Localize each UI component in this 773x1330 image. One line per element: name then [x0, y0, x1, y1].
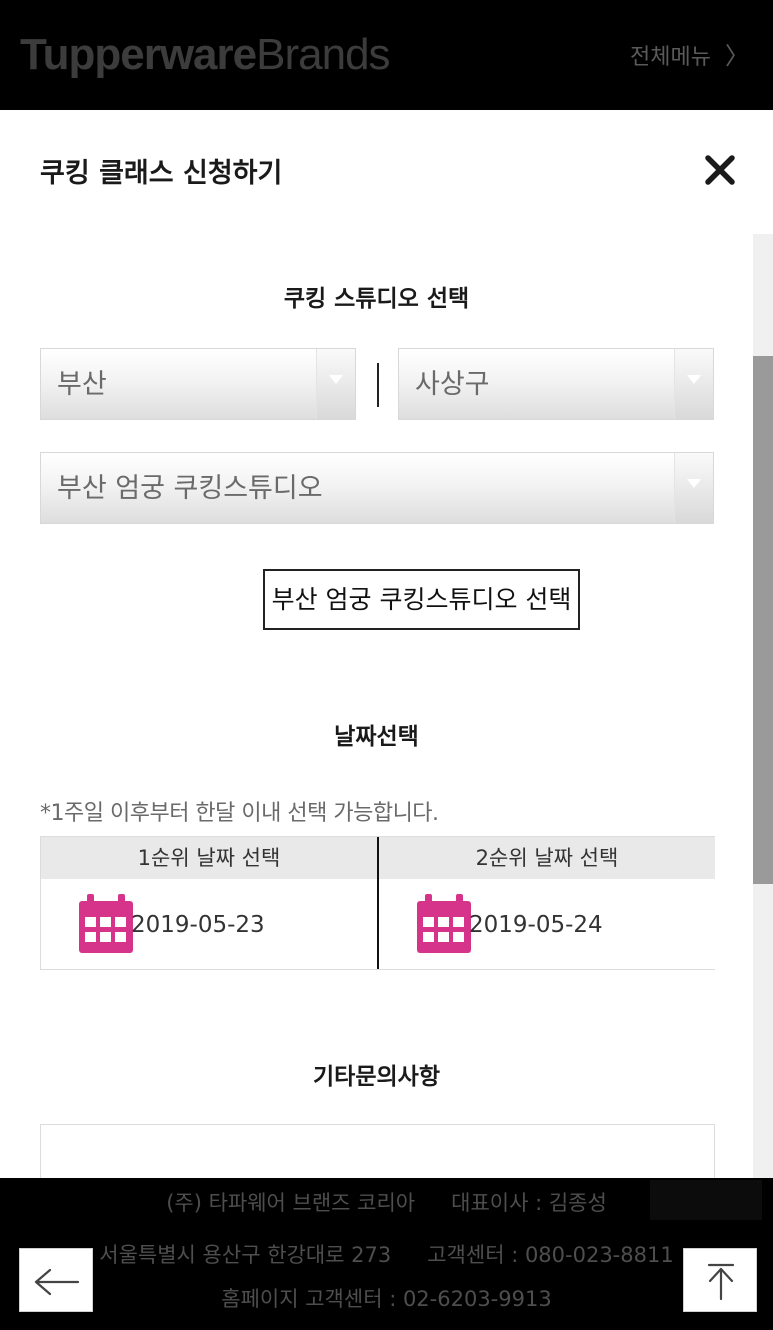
select-divider: [377, 363, 379, 407]
dropdown-arrow-icon: [674, 349, 713, 419]
cooking-class-modal: 쿠킹 클래스 신청하기 쿠킹 스튜디오 선택 부산 사상구 부산 엄궁 쿠킹스튜…: [0, 110, 773, 1178]
studio-select-value: 부산 엄궁 쿠킹스튜디오: [57, 473, 323, 504]
studio-select[interactable]: 부산 엄궁 쿠킹스튜디오: [40, 452, 714, 524]
date-selection-table: 1순위 날짜 선택 2019-05-23 2순위 날짜 선택 2019-05-2…: [40, 836, 715, 970]
modal-title: 쿠킹 클래스 신청하기: [40, 158, 283, 189]
dropdown-arrow-icon: [316, 349, 355, 419]
studio-section-title: 쿠킹 스튜디오 선택: [283, 286, 470, 312]
footer-customer-center: 고객센터 : 080-023-8811: [427, 1243, 674, 1267]
first-priority-header: 1순위 날짜 선택: [41, 837, 377, 879]
back-button[interactable]: [19, 1248, 93, 1312]
first-priority-column: 1순위 날짜 선택 2019-05-23: [41, 837, 377, 969]
footer-web-center-line: 홈페이지 고객센터 : 02-6203-9913: [0, 1284, 773, 1314]
second-priority-column: 2순위 날짜 선택 2019-05-24: [379, 837, 715, 969]
footer-address: 서울특별시 용산구 한강대로 273: [99, 1243, 392, 1267]
inquiry-textarea[interactable]: [40, 1124, 715, 1178]
dropdown-arrow-icon: [674, 453, 713, 523]
second-priority-date-value[interactable]: 2019-05-24: [469, 909, 603, 941]
arrow-left-icon: [34, 1268, 80, 1296]
second-priority-date-picker[interactable]: 2019-05-24: [379, 879, 715, 969]
calendar-icon[interactable]: [77, 893, 135, 955]
full-menu-link[interactable]: 전체메뉴 〉: [630, 40, 749, 74]
region-select[interactable]: 부산: [40, 348, 356, 420]
first-priority-date-picker[interactable]: 2019-05-23: [41, 879, 377, 969]
footer-web-customer-center: 홈페이지 고객센터 : 02-6203-9913: [221, 1287, 552, 1311]
full-menu-label: 전체메뉴: [630, 45, 711, 70]
date-section-title: 날짜선택: [334, 724, 419, 750]
first-priority-date-value[interactable]: 2019-05-23: [131, 909, 265, 941]
date-notice: *1주일 이후부터 한달 이내 선택 가능합니다.: [40, 801, 439, 826]
footer-address-line: 서울특별시 용산구 한강대로 273 고객센터 : 080-023-8811: [0, 1240, 773, 1270]
studio-confirm-button[interactable]: 부산 엄궁 쿠킹스튜디오 선택: [263, 569, 580, 630]
calendar-icon[interactable]: [415, 893, 473, 955]
top-header: TupperwareBrands 전체메뉴 〉: [0, 0, 773, 110]
inquiry-section-title: 기타문의사항: [313, 1064, 440, 1090]
scroll-to-top-button[interactable]: [683, 1248, 757, 1312]
region-select-value: 부산: [57, 369, 107, 400]
tupperware-brands-logo[interactable]: TupperwareBrands: [20, 30, 391, 80]
modal-scrollbar-thumb[interactable]: [753, 356, 773, 884]
logo-bold-text: Tupperware: [20, 30, 257, 79]
district-select[interactable]: 사상구: [398, 348, 714, 420]
logo-light-text: Brands: [256, 30, 390, 79]
footer-company: (주) 타파웨어 브랜즈 코리아: [166, 1191, 416, 1215]
district-select-value: 사상구: [415, 369, 490, 400]
footer-ceo: 대표이사 : 김종성: [451, 1191, 607, 1215]
second-priority-header: 2순위 날짜 선택: [379, 837, 715, 879]
chevron-right-icon: 〉: [725, 42, 749, 70]
faded-arrow-overlay: [650, 1180, 762, 1220]
arrow-up-icon: [707, 1263, 735, 1301]
close-icon[interactable]: [700, 150, 740, 190]
